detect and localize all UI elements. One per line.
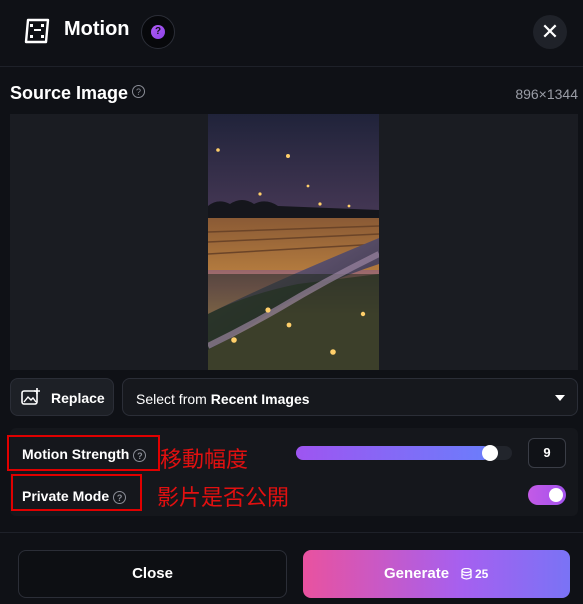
motion-help-button[interactable]: ? (141, 15, 175, 49)
private-mode-label: Private Mode? (22, 488, 127, 504)
help-icon: ? (151, 25, 165, 39)
generate-label: Generate (384, 565, 450, 582)
image-add-icon (21, 388, 40, 405)
replace-button[interactable]: Replace (10, 378, 114, 416)
generate-button[interactable]: Generate 25 (303, 550, 570, 598)
film-icon (24, 18, 50, 44)
toggle-knob (549, 488, 563, 502)
help-icon[interactable]: ? (132, 85, 145, 98)
replace-label: Replace (51, 390, 105, 406)
motion-strength-label: Motion Strength? (22, 446, 147, 462)
source-image-title: Source Image (10, 83, 129, 103)
image-preview (10, 114, 578, 370)
recent-images-select[interactable]: Select from Recent Images (122, 378, 578, 416)
motion-strength-slider[interactable] (296, 445, 512, 461)
select-label: Select from Recent Images (136, 391, 310, 407)
generate-cost: 25 (475, 567, 489, 581)
chevron-down-icon (555, 395, 565, 401)
motion-strength-value[interactable]: 9 (528, 438, 566, 468)
modal-header: Motion ? ✕ (0, 0, 583, 67)
private-mode-annotation: 影片是否公開 (157, 486, 290, 511)
coins-icon (461, 568, 472, 580)
image-dimensions: 896×1344 (515, 86, 578, 102)
footer-divider (0, 532, 583, 533)
close-icon[interactable]: ✕ (533, 15, 567, 49)
slider-thumb[interactable] (482, 445, 499, 461)
source-image (208, 114, 379, 370)
help-icon[interactable]: ? (133, 448, 147, 462)
private-mode-toggle[interactable] (528, 485, 566, 505)
motion-strength-annotation: 移動幅度 (160, 448, 249, 473)
app-title: Motion (64, 18, 130, 40)
slider-fill (296, 446, 491, 460)
help-icon[interactable]: ? (113, 490, 127, 504)
close-button[interactable]: Close (18, 550, 287, 598)
